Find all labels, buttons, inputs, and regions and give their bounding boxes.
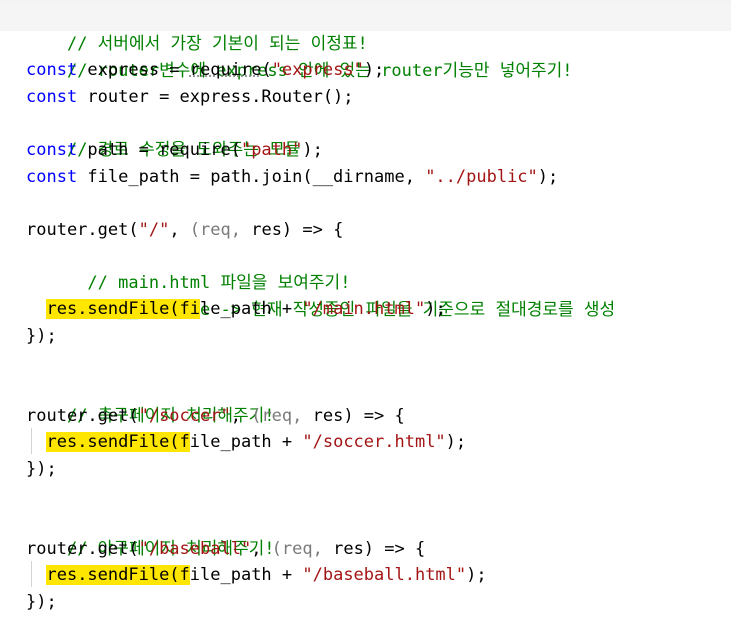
code-text: res) => {	[251, 220, 344, 240]
faded-param: (req,	[271, 539, 334, 559]
code-text: ,	[230, 406, 252, 426]
string-literal: "/soccer"	[138, 406, 231, 426]
code-line-18[interactable]: });	[26, 456, 57, 483]
keyword-const: const	[26, 167, 78, 187]
highlighted-code: res.sendFile(f	[46, 432, 190, 452]
code-text: router = express.Router();	[77, 87, 354, 107]
code-editor[interactable]: // 서버에서 가장 기본이 되는 이정표! // router변수에 expr…	[0, 0, 731, 634]
code-text: });	[26, 592, 57, 612]
code-text: );	[537, 167, 559, 187]
string-literal: "/baseball"	[138, 539, 252, 559]
code-text: ile_path +	[189, 565, 303, 585]
code-line-23[interactable]: });	[26, 589, 57, 616]
code-text: router.get(	[26, 539, 139, 559]
code-line-5[interactable]: // 경로 수정을 도와주는 모듈	[26, 110, 300, 160]
code-text: );	[425, 299, 446, 319]
keyword-const: const	[26, 140, 78, 160]
code-line-3[interactable]: const express = require("express");	[26, 57, 384, 84]
code-text: ile_path +	[189, 432, 303, 452]
code-text: path = require(	[77, 140, 241, 160]
string-literal: "express"	[271, 60, 364, 80]
code-line-4[interactable]: const router = express.Router();	[26, 84, 354, 111]
code-line-6[interactable]: const path = require("path");	[26, 137, 323, 164]
code-line-22[interactable]: res.sendFile(file_path + "/baseball.html…	[26, 562, 487, 589]
code-require-hint[interactable]: require	[190, 60, 262, 80]
code-text: });	[26, 459, 57, 479]
code-text: res) => {	[312, 406, 405, 426]
string-literal: "/baseball.html"	[302, 565, 467, 585]
keyword-const: const	[26, 60, 78, 80]
keyword-const: const	[26, 87, 78, 107]
code-text: router.get(	[26, 406, 139, 426]
code-text: (	[261, 60, 272, 80]
code-line-2[interactable]: // router변수에 express 안에 있는 router기능만 넣어주…	[26, 31, 573, 81]
highlighted-code: res.sendFile(f	[46, 565, 190, 585]
highlighted-code: res.sendFile(fi	[46, 299, 201, 319]
code-text: );	[445, 432, 467, 452]
code-text: res) => {	[333, 539, 426, 559]
string-literal: "/soccer.html"	[302, 432, 446, 452]
code-line-15[interactable]: // 축구페이지 처리해주기!	[26, 376, 275, 426]
string-literal: "path"	[240, 140, 303, 160]
code-line-21[interactable]: router.get("/baseball", (req, res) => {	[26, 536, 425, 563]
code-text: express =	[77, 60, 190, 80]
code-line-16[interactable]: router.get("/soccer", (req, res) => {	[26, 403, 405, 430]
code-line-13[interactable]: });	[26, 323, 57, 350]
code-text: router.get(	[26, 220, 139, 240]
code-line-9[interactable]: router.get("/", (req, res) => {	[26, 217, 343, 244]
faded-param: (req,	[189, 220, 252, 240]
code-line-20[interactable]: // 야구페이지 처리해주기!	[26, 509, 275, 559]
string-literal: "/"	[138, 220, 170, 240]
code-line-12[interactable]: res.sendFile(file_path + "/main.html");	[26, 296, 446, 323]
code-line-1[interactable]: // 서버에서 가장 기본이 되는 이정표!	[0, 4, 731, 54]
faded-param: (req,	[251, 406, 313, 426]
code-line-7[interactable]: const file_path = path.join(__dirname, "…	[26, 164, 558, 191]
code-line-10[interactable]: // main.html 파일을 보여주기!	[26, 243, 350, 293]
code-text: );	[363, 60, 385, 80]
code-text: });	[26, 326, 57, 346]
code-text: le_path +	[200, 299, 303, 319]
code-line-17[interactable]: res.sendFile(file_path + "/soccer.html")…	[26, 429, 466, 456]
code-text: file_path = path.join(__dirname,	[77, 167, 426, 187]
code-text: );	[466, 565, 487, 585]
string-literal: "/main.html"	[302, 299, 426, 319]
code-text: ,	[169, 220, 190, 240]
code-text: );	[302, 140, 323, 160]
code-line-11[interactable]: // __dirname -> 현재 작성중인 파일을 기준으로 절대경로를 생…	[26, 270, 615, 320]
code-text: ,	[251, 539, 272, 559]
string-literal: "../public"	[425, 167, 538, 187]
